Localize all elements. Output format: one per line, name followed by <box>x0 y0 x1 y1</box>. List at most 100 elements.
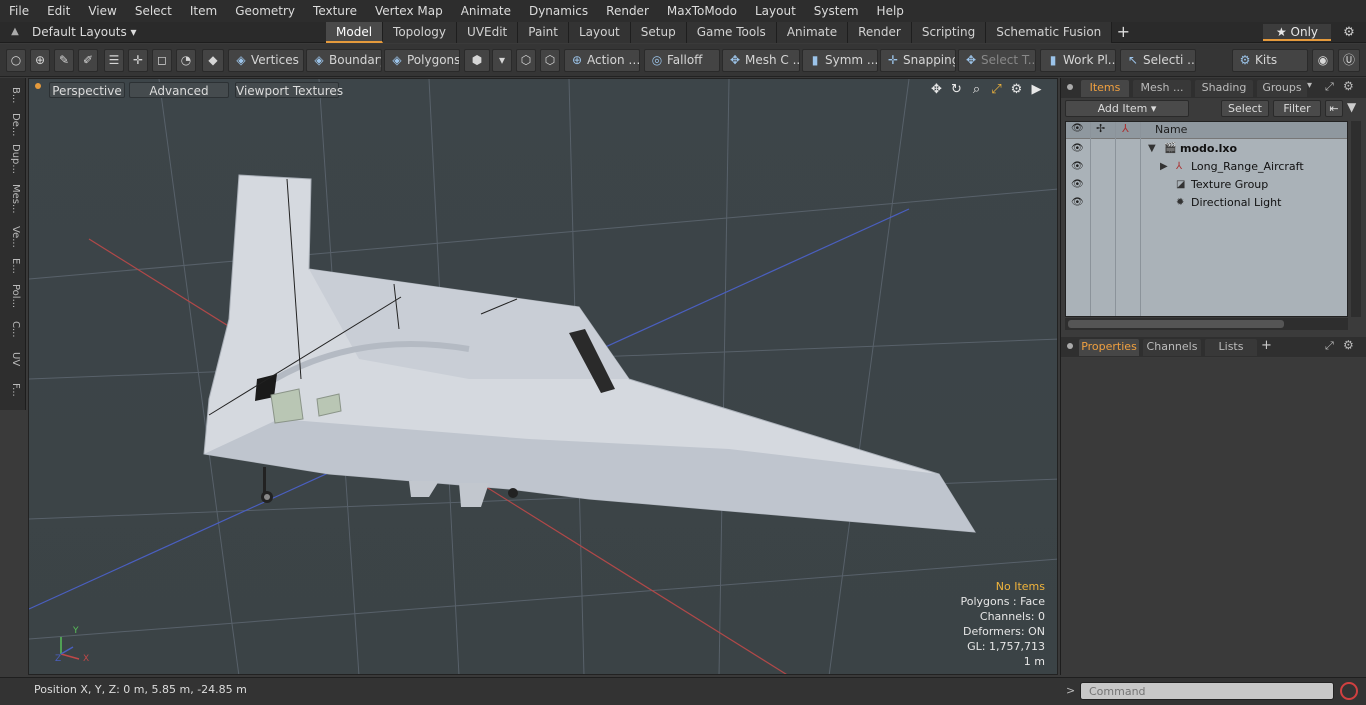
tab-channels[interactable]: Channels <box>1143 339 1201 356</box>
tab-schematic-fusion[interactable]: Schematic Fusion <box>986 22 1113 43</box>
move-icon[interactable]: ✥ <box>930 82 943 97</box>
maximize-icon[interactable]: ⤢ <box>1325 80 1334 94</box>
mesh-constraint-button[interactable]: ✥ Mesh C ... <box>722 49 800 72</box>
item-row-scene[interactable]: 👁 ▼ 🎬 modo.lxo <box>1066 140 1347 158</box>
tab-items[interactable]: Items <box>1081 80 1129 97</box>
select-button[interactable]: Select <box>1221 100 1269 117</box>
panel-dot-icon[interactable] <box>1067 84 1073 90</box>
falloff-button[interactable]: ◎ Falloff <box>644 49 720 72</box>
aircraft-model[interactable] <box>203 174 976 533</box>
square-icon[interactable]: ◻ <box>152 49 172 72</box>
polygons-button[interactable]: ◈ Polygons <box>384 49 460 72</box>
strip-tab-polygon[interactable]: Pol... <box>5 282 21 310</box>
strip-tab-basic[interactable]: B... <box>5 84 21 106</box>
tab-game-tools[interactable]: Game Tools <box>686 22 777 43</box>
tab-setup[interactable]: Setup <box>630 22 687 43</box>
add-tab-button[interactable]: + <box>1261 338 1272 353</box>
tab-layout[interactable]: Layout <box>568 22 631 43</box>
menu-help[interactable]: Help <box>868 0 913 22</box>
orbit-icon[interactable]: ↻ <box>950 82 963 97</box>
menu-animate[interactable]: Animate <box>452 0 520 22</box>
menu-texture[interactable]: Texture <box>304 0 366 22</box>
zoom-icon[interactable]: ⌕ <box>970 82 983 97</box>
eye-icon[interactable]: 👁 <box>1071 140 1084 158</box>
unity-icon[interactable]: ◉ <box>1312 49 1334 72</box>
strip-tab-duplicate[interactable]: Dup... <box>5 144 21 174</box>
align-icon[interactable]: ☰ <box>104 49 124 72</box>
tab-model[interactable]: Model <box>326 22 384 43</box>
viewport-dot-icon[interactable] <box>35 83 41 89</box>
layout-select[interactable]: Default Layouts ▾ <box>32 24 137 41</box>
menu-render[interactable]: Render <box>597 0 658 22</box>
menu-layout[interactable]: Layout <box>746 0 805 22</box>
tab-uvedit[interactable]: UVEdit <box>457 22 519 43</box>
select-through-button[interactable]: ✥ Select T... <box>958 49 1036 72</box>
item-row-directional-light[interactable]: 👁 ✹ Directional Light <box>1066 194 1347 212</box>
perspective-button[interactable]: Perspective <box>49 82 125 98</box>
play-icon[interactable]: ▶ <box>1030 82 1043 97</box>
gear-icon[interactable]: ⚙ <box>1340 24 1358 41</box>
strip-tab-fusion[interactable]: F... <box>5 376 21 404</box>
globe-icon[interactable]: ⊕ <box>30 49 50 72</box>
selection-sets-button[interactable]: ↖ Selecti ... <box>1120 49 1196 72</box>
menu-dynamics[interactable]: Dynamics <box>520 0 597 22</box>
advanced-button[interactable]: Advanced <box>129 82 229 98</box>
items-vertical-scrollbar[interactable] <box>1351 121 1361 317</box>
tab-groups[interactable]: Groups <box>1257 80 1307 97</box>
eye-icon[interactable]: 👁 <box>1071 158 1084 176</box>
panel-dot-icon[interactable] <box>1067 343 1073 349</box>
name-column-header[interactable]: Name <box>1155 123 1187 136</box>
strip-tab-uv[interactable]: UV <box>5 348 21 370</box>
panel-gear-icon[interactable]: ⚙ <box>1343 338 1354 352</box>
strip-tab-curve[interactable]: C... <box>5 318 21 340</box>
eye-icon[interactable]: 👁 <box>1071 194 1084 212</box>
strip-tab-edge[interactable]: E... <box>5 256 21 276</box>
menu-geometry[interactable]: Geometry <box>226 0 304 22</box>
panel-gear-icon[interactable]: ⚙ <box>1343 79 1354 93</box>
eye-icon[interactable]: 👁 <box>1071 176 1084 194</box>
tab-scripting[interactable]: Scripting <box>911 22 987 43</box>
collapse-icon[interactable]: ⇤ <box>1325 100 1343 117</box>
tab-paint[interactable]: Paint <box>518 22 569 43</box>
maximize-icon[interactable]: ⤢ <box>1325 339 1334 353</box>
kits-button[interactable]: ⚙ Kits <box>1232 49 1308 72</box>
filter-button[interactable]: Filter <box>1273 100 1321 117</box>
cube-icon[interactable]: ⬢ <box>464 49 490 72</box>
collapse-arrow-icon[interactable]: ▼ <box>1148 140 1156 158</box>
menu-edit[interactable]: Edit <box>38 0 79 22</box>
only-button[interactable]: ★ Only <box>1263 24 1331 41</box>
menu-system[interactable]: System <box>805 0 868 22</box>
lock-header-icon[interactable]: ✢ <box>1096 122 1105 135</box>
tab-shading[interactable]: Shading <box>1195 80 1253 97</box>
shield-icon[interactable]: ⬡ <box>540 49 560 72</box>
3d-viewport[interactable]: Y X Z Perspective Advanced Viewport Text… <box>28 78 1058 675</box>
command-input[interactable] <box>1080 682 1334 700</box>
work-plane-button[interactable]: ▮ Work Pl... <box>1040 49 1116 72</box>
brush-icon[interactable]: ✐ <box>78 49 98 72</box>
center-icon[interactable]: ✛ <box>128 49 148 72</box>
pen-icon[interactable]: ✎ <box>54 49 74 72</box>
tab-topology[interactable]: Topology <box>383 22 458 43</box>
chevron-down-icon[interactable]: ▾ <box>1307 80 1312 91</box>
scene-canvas[interactable]: Y X Z <box>29 79 1058 675</box>
add-tab-button[interactable]: + <box>1112 22 1134 43</box>
menu-select[interactable]: Select <box>126 0 181 22</box>
viewport-gear-icon[interactable]: ⚙ <box>1010 82 1023 97</box>
tab-mesh[interactable]: Mesh ... <box>1133 80 1191 97</box>
locator-header-icon[interactable]: ⅄ <box>1122 122 1129 135</box>
menu-maxtomodo[interactable]: MaxToModo <box>658 0 746 22</box>
action-center-button[interactable]: ⊕ Action … <box>564 49 640 72</box>
strip-tab-vertex[interactable]: Ve... <box>5 224 21 250</box>
menu-vertex-map[interactable]: Vertex Map <box>366 0 452 22</box>
funnel-icon[interactable]: ▼ <box>1347 100 1356 114</box>
vertices-button[interactable]: ◈ Vertices <box>228 49 304 72</box>
tab-animate[interactable]: Animate <box>776 22 849 43</box>
menu-file[interactable]: File <box>0 0 38 22</box>
items-horizontal-scrollbar[interactable] <box>1065 318 1348 330</box>
strip-tab-deform[interactable]: De... <box>5 112 21 138</box>
menu-view[interactable]: View <box>79 0 125 22</box>
menu-item[interactable]: Item <box>181 0 226 22</box>
viewport-textures-button[interactable]: Viewport Textures <box>235 82 343 98</box>
add-item-button[interactable]: Add Item ▾ <box>1065 100 1189 117</box>
tab-lists[interactable]: Lists <box>1205 339 1257 356</box>
